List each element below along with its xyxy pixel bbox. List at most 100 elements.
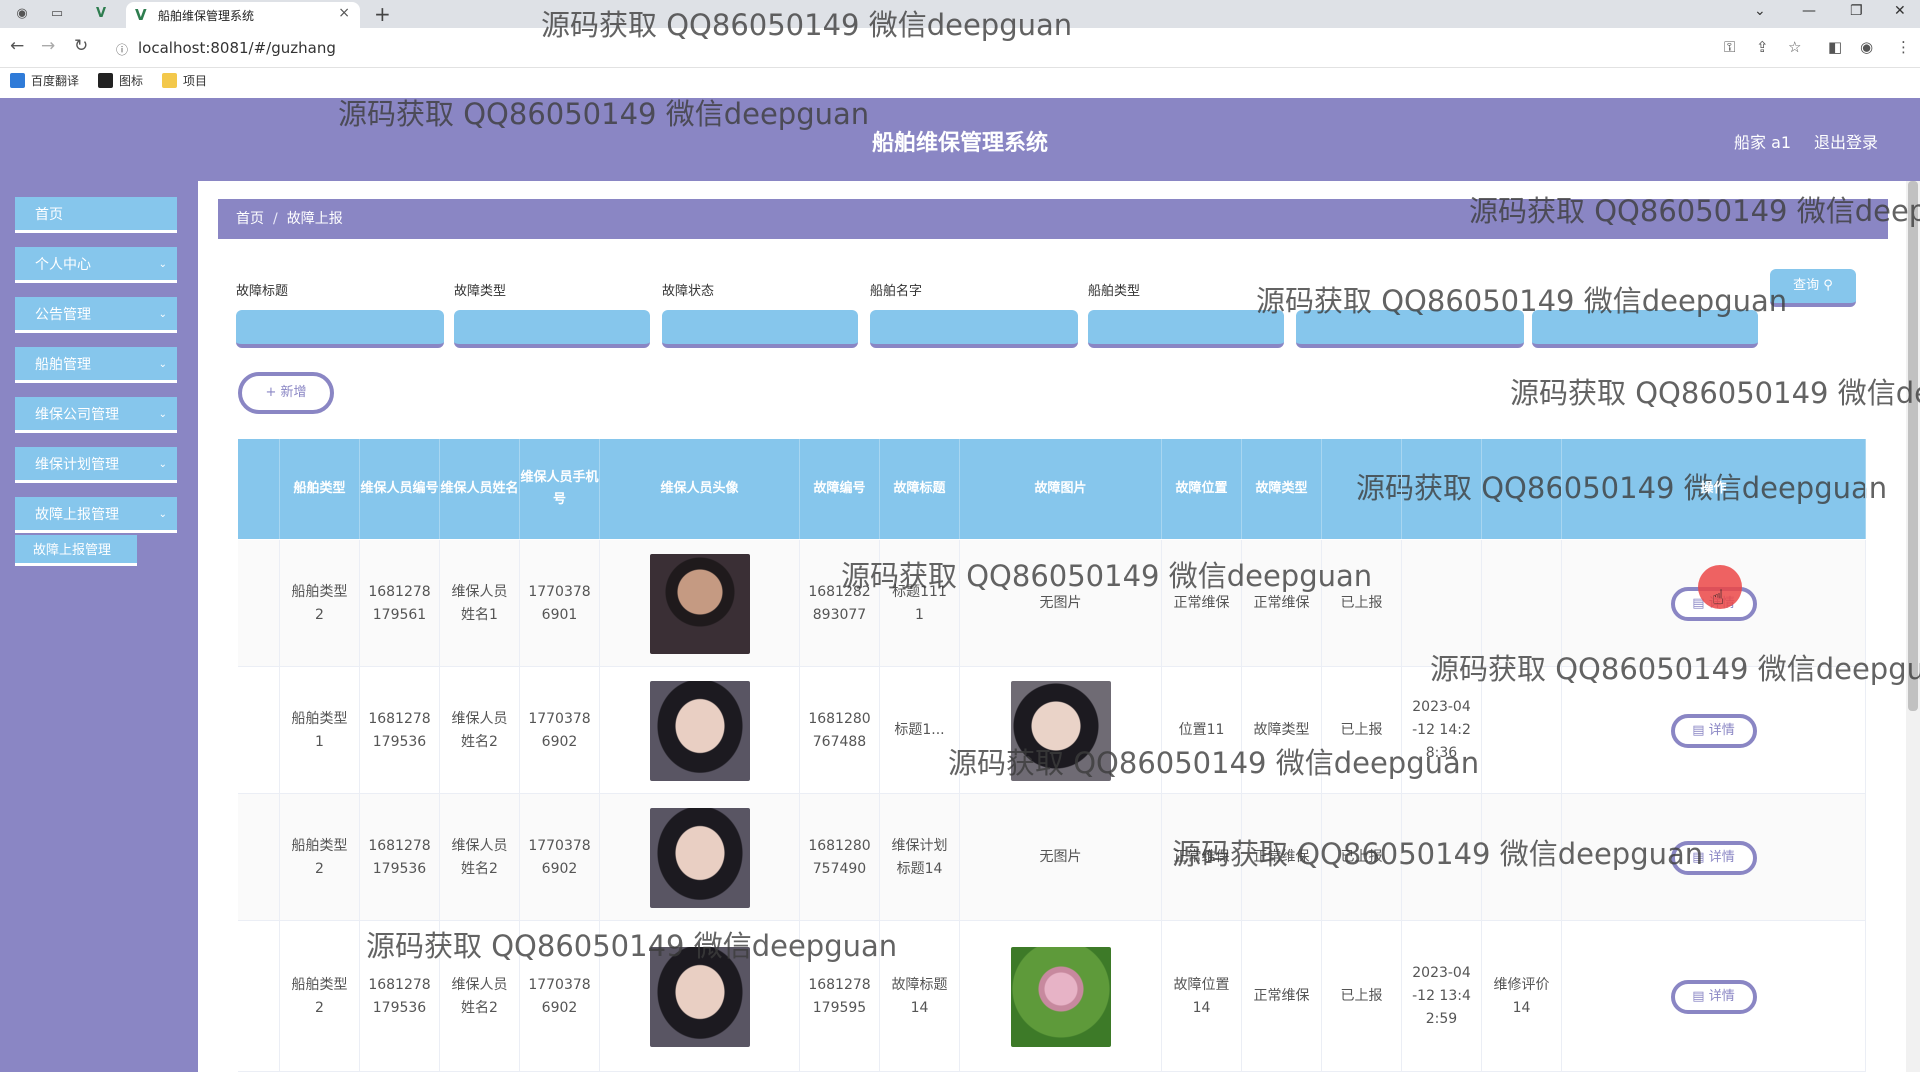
filter-input-fault-type[interactable] bbox=[454, 310, 650, 348]
cell-ship-type: 船舶类型2 bbox=[291, 583, 348, 623]
forward-icon[interactable]: → bbox=[41, 36, 55, 56]
bookmark-item[interactable]: 百度翻译 bbox=[10, 72, 79, 89]
window-restore-icon[interactable]: ❐ bbox=[1850, 3, 1863, 19]
table-cell: 维修评价14 bbox=[1482, 921, 1562, 1072]
table-cell bbox=[238, 667, 280, 794]
filter-label-fault-type: 故障类型 bbox=[454, 284, 507, 299]
table-cell: 故障位置14 bbox=[1162, 921, 1242, 1072]
filter-input-ship-name[interactable] bbox=[870, 310, 1078, 348]
scrollbar-thumb[interactable] bbox=[1908, 181, 1918, 711]
sidebar-item-notice-management[interactable]: 公告管理 ⌄ bbox=[15, 297, 177, 333]
tab-page-icon[interactable]: ▭ bbox=[48, 5, 66, 23]
new-tab-icon[interactable]: + bbox=[374, 2, 391, 26]
staff-avatar-image bbox=[649, 553, 750, 654]
table-header-cell: 维保人员头像 bbox=[600, 439, 800, 539]
breadcrumb-home[interactable]: 首页 bbox=[236, 211, 264, 227]
chevron-down-icon: ⌄ bbox=[158, 409, 167, 420]
table-cell: 17703786901 bbox=[520, 540, 600, 667]
detail-button[interactable]: ▤ 详情 bbox=[1670, 713, 1757, 748]
table-cell: 无图片 bbox=[960, 794, 1162, 921]
sidebar-subitem-fault-report-management[interactable]: 故障上报管理 bbox=[15, 535, 137, 566]
cell-staff-name: 维保人员姓名2 bbox=[451, 976, 508, 1016]
bookmark-item[interactable]: 图标 bbox=[98, 72, 143, 89]
filter-label-ship-type: 船舶类型 bbox=[1088, 284, 1141, 299]
watermark-text: 源码获取 QQ86050149 微信deepguan bbox=[1430, 652, 1920, 686]
watermark-text: 源码获取 QQ86050149 微信deepguan bbox=[1469, 194, 1920, 228]
url-text[interactable]: localhost:8081/#/guzhang bbox=[138, 39, 336, 57]
cell-fault-title: 标题1... bbox=[894, 722, 945, 738]
breadcrumb-current: 故障上报 bbox=[286, 211, 343, 227]
table-cell bbox=[600, 667, 800, 794]
cell-fault-title: 故障标题14 bbox=[891, 976, 948, 1016]
table-cell: 维保人员姓名1 bbox=[440, 540, 520, 667]
table-cell: 2023-04-12 13:42:59 bbox=[1402, 921, 1482, 1072]
menu-dots-icon[interactable]: ⋮ bbox=[1896, 38, 1911, 56]
chevron-down-icon: ⌄ bbox=[158, 259, 167, 270]
table-header-cell bbox=[238, 439, 280, 539]
cell-staff-no: 1681278179561 bbox=[368, 583, 431, 623]
filter-input-fault-title[interactable] bbox=[236, 310, 444, 348]
sidebar-item-personal-center[interactable]: 个人中心 ⌄ bbox=[15, 247, 177, 283]
reload-icon[interactable]: ↻ bbox=[74, 36, 88, 56]
sidebar-item-ship-management[interactable]: 船舶管理 ⌄ bbox=[15, 347, 177, 383]
chevron-down-icon: ⌄ bbox=[158, 359, 167, 370]
cell-status: 已上报 bbox=[1340, 722, 1383, 738]
bookmark-folder[interactable]: 项目 bbox=[162, 72, 207, 89]
folder-icon bbox=[162, 73, 177, 88]
browser-globe-icon[interactable]: ◉ bbox=[13, 5, 31, 23]
cell-location: 故障位置14 bbox=[1173, 976, 1230, 1016]
watermark-text: 源码获取 QQ86050149 微信deepguan bbox=[541, 8, 1073, 42]
detail-button[interactable]: ▤ 详情 bbox=[1670, 979, 1757, 1014]
tab-vue-icon[interactable]: V bbox=[92, 5, 110, 23]
table-cell: ▤ 详情 bbox=[1562, 921, 1866, 1072]
cell-staff-name: 维保人员姓名2 bbox=[451, 710, 508, 750]
table-cell: 维保计划标题14 bbox=[880, 794, 960, 921]
share-icon[interactable]: ⇪ bbox=[1756, 38, 1769, 56]
sidebar-item-label: 首页 bbox=[35, 207, 63, 223]
cell-fault-no: 1681278179595 bbox=[808, 976, 871, 1016]
table-header-cell: 故障类型 bbox=[1242, 439, 1322, 539]
cell-staff-no: 1681278179536 bbox=[368, 837, 431, 877]
cell-phone: 17703786902 bbox=[528, 710, 591, 750]
table-cell: 已上报 bbox=[1322, 921, 1402, 1072]
table-cell: 17703786902 bbox=[520, 794, 600, 921]
staff-avatar-image bbox=[649, 807, 750, 908]
watermark-text: 源码获取 QQ86050149 微信deepguan bbox=[1172, 837, 1704, 871]
sidebar-item-maintenance-plan-management[interactable]: 维保计划管理 ⌄ bbox=[15, 447, 177, 483]
bookmark-label: 项目 bbox=[183, 74, 208, 88]
filter-input-fault-status[interactable] bbox=[662, 310, 858, 348]
chevron-down-icon: ⌄ bbox=[158, 459, 167, 470]
add-button[interactable]: + 新增 bbox=[238, 372, 334, 414]
tab-close-icon[interactable]: × bbox=[338, 5, 350, 21]
table-header-cell: 船舶类型 bbox=[280, 439, 360, 539]
key-icon[interactable]: ⚿ bbox=[1724, 38, 1735, 56]
sidebar-item-label: 个人中心 bbox=[35, 257, 91, 273]
table-header-cell: 维保人员手机号 bbox=[520, 439, 600, 539]
table-header-cell bbox=[1482, 439, 1562, 539]
site-info-icon[interactable]: ⓘ bbox=[116, 41, 128, 58]
sidebar-item-fault-report-management[interactable]: 故障上报管理 ⌄ bbox=[15, 497, 177, 533]
sidepanel-icon[interactable]: ◧ bbox=[1828, 38, 1842, 56]
back-icon[interactable]: ← bbox=[10, 36, 24, 56]
vue-logo-icon: V bbox=[135, 6, 147, 24]
table-header-cell: 维保人员姓名 bbox=[440, 439, 520, 539]
logout-link[interactable]: 退出登录 bbox=[1814, 129, 1878, 153]
profile-icon[interactable]: ◉ bbox=[1860, 38, 1873, 56]
table-header-cell: 故障标题 bbox=[880, 439, 960, 539]
sidebar-item-maintenance-company-management[interactable]: 维保公司管理 ⌄ bbox=[15, 397, 177, 433]
window-close-icon[interactable]: ✕ bbox=[1894, 3, 1906, 19]
tab-list-chevron-icon[interactable]: ⌄ bbox=[1754, 3, 1766, 19]
cell-staff-name: 维保人员姓名2 bbox=[451, 837, 508, 877]
table-cell bbox=[238, 794, 280, 921]
browser-tab-active[interactable]: V 船舶维保管理系统 × bbox=[126, 2, 360, 28]
cell-location: 正常维保 bbox=[1173, 595, 1230, 611]
tab-title: 船舶维保管理系统 bbox=[158, 9, 255, 23]
cell-phone: 17703786902 bbox=[528, 976, 591, 1016]
star-icon[interactable]: ☆ bbox=[1788, 38, 1801, 56]
mouse-pointer-icon: ☝ bbox=[1712, 585, 1725, 609]
watermark-text: 源码获取 QQ86050149 微信deepguan bbox=[366, 929, 898, 963]
filter-input-ship-type[interactable] bbox=[1088, 310, 1284, 348]
sidebar-item-home[interactable]: 首页 bbox=[15, 197, 177, 233]
window-minimize-icon[interactable]: — bbox=[1802, 3, 1816, 19]
sidebar-item-label: 故障上报管理 bbox=[35, 507, 119, 523]
